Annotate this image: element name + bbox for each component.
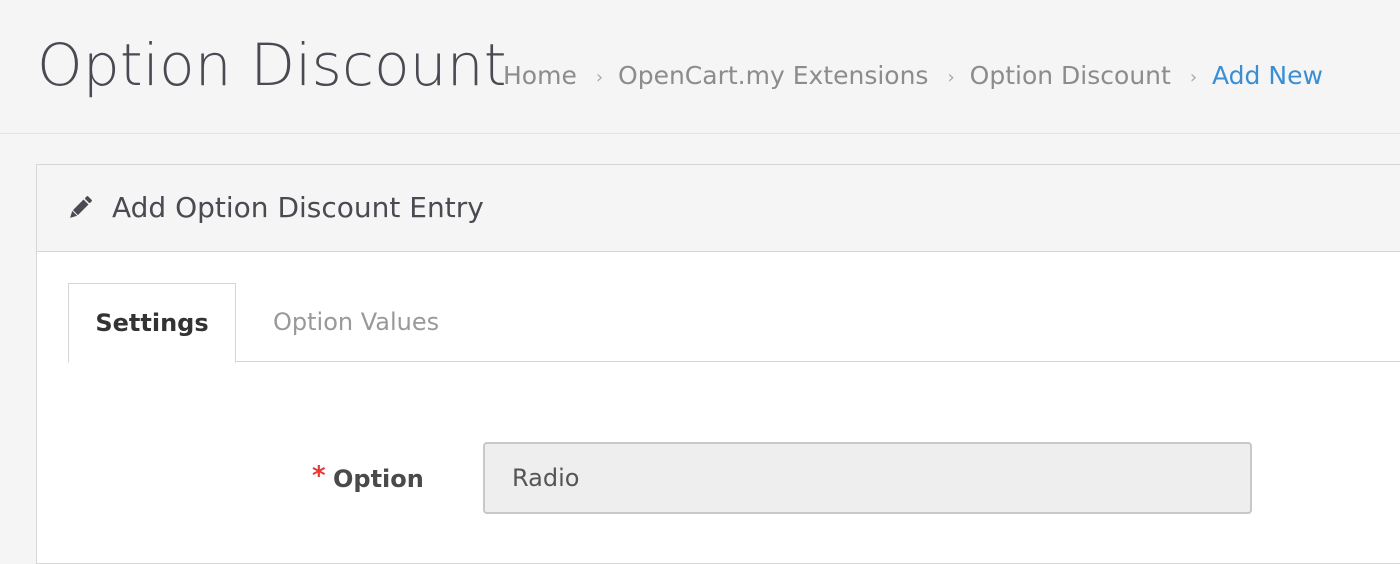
breadcrumb-add-new-link[interactable]: Add New [1212, 58, 1323, 94]
option-field[interactable]: Radio [483, 442, 1252, 514]
panel-title: Add Option Discount Entry [112, 191, 484, 224]
breadcrumb-separator: › [595, 67, 604, 88]
option-label: Option [333, 465, 424, 493]
breadcrumb-separator: › [1189, 67, 1198, 88]
tab-bar: Settings Option Values [68, 283, 1400, 363]
breadcrumb-extensions-link[interactable]: OpenCart.my Extensions [618, 58, 928, 94]
breadcrumb: Home › OpenCart.my Extensions › Option D… [503, 58, 1323, 94]
page-header: Option Discount Home › OpenCart.my Exten… [0, 0, 1400, 134]
tab-option-values[interactable]: Option Values [273, 283, 439, 362]
pencil-icon [70, 196, 92, 218]
required-indicator: * [312, 461, 326, 491]
edit-panel: Add Option Discount Entry Settings Optio… [36, 164, 1400, 564]
breadcrumb-option-discount-link[interactable]: Option Discount [970, 58, 1171, 94]
tab-settings[interactable]: Settings [68, 283, 236, 363]
option-form-row: * Option Radio [37, 442, 1400, 514]
page-title: Option Discount [37, 31, 507, 99]
panel-heading: Add Option Discount Entry [37, 165, 1400, 252]
breadcrumb-separator: › [947, 67, 955, 88]
breadcrumb-home-link[interactable]: Home [503, 58, 577, 94]
